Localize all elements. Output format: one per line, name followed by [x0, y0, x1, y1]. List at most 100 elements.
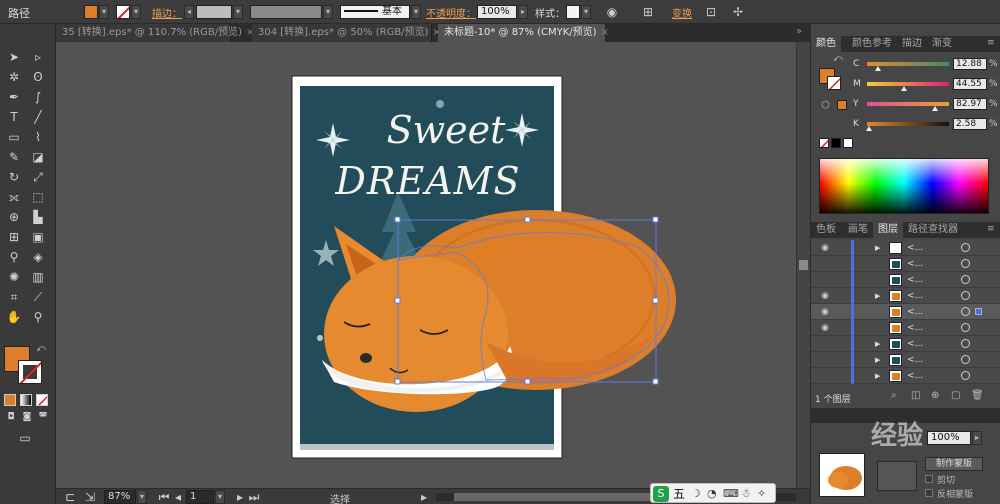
- stroke-weight-field[interactable]: [196, 5, 232, 19]
- swap-fill-stroke-icon[interactable]: ⤺: [34, 342, 48, 356]
- eraser-tool-icon[interactable]: ◪: [28, 148, 48, 166]
- create-sublayer-icon[interactable]: ⊕: [931, 390, 939, 401]
- zoom-tool-icon[interactable]: ⚲: [28, 308, 48, 326]
- rotate-tool-icon[interactable]: ↻: [4, 168, 24, 186]
- hand-tool-icon[interactable]: ✋: [4, 308, 24, 326]
- visibility-eye-icon[interactable]: ◉: [819, 290, 831, 302]
- scale-tool-icon[interactable]: ⤢: [28, 168, 48, 186]
- draw-behind-icon[interactable]: ◙: [20, 410, 34, 424]
- slider-thumb[interactable]: [874, 66, 881, 71]
- opacity-dropdown[interactable]: ▸: [518, 5, 528, 19]
- ime-mode-label[interactable]: 五: [673, 486, 685, 502]
- target-circle-icon[interactable]: [961, 355, 970, 364]
- visibility-eye-icon[interactable]: [819, 274, 831, 286]
- gradient-tool-icon[interactable]: ▣: [28, 228, 48, 246]
- slider-track[interactable]: [867, 122, 949, 126]
- target-circle-icon[interactable]: [961, 291, 970, 300]
- transparency-thumbnail[interactable]: [819, 453, 865, 497]
- channel-value[interactable]: 82.97: [953, 98, 987, 110]
- visibility-eye-icon[interactable]: [819, 354, 831, 366]
- tab-pathfinder[interactable]: 路径查找器: [903, 222, 963, 238]
- tab-document-35[interactable]: 35 [转换].eps* @ 110.7% (RGB/预览) ×: [56, 24, 254, 42]
- ime-tools-icon[interactable]: ✧: [757, 486, 766, 502]
- expand-arrow-icon[interactable]: [875, 275, 883, 285]
- layer-row[interactable]: <...: [811, 272, 1000, 288]
- draw-inside-icon[interactable]: ◚: [36, 410, 50, 424]
- ime-punct-icon[interactable]: ◔: [707, 486, 717, 502]
- transform-link[interactable]: 变换: [672, 5, 692, 20]
- stroke-label-link[interactable]: 描边：: [152, 5, 182, 20]
- expand-arrow-icon[interactable]: ▶: [875, 355, 883, 365]
- target-circle-icon[interactable]: [961, 323, 970, 332]
- transparency-opacity-field[interactable]: 100%: [927, 431, 971, 445]
- canvas-area[interactable]: Sweet DREAMS: [56, 42, 796, 488]
- stroke-color-box[interactable]: [18, 360, 42, 384]
- visibility-eye-icon[interactable]: [819, 338, 831, 350]
- width-tool-icon[interactable]: ⟗: [4, 188, 24, 206]
- expand-arrow-icon[interactable]: ▶: [875, 243, 883, 253]
- slider-thumb[interactable]: [866, 126, 873, 131]
- ime-moon-icon[interactable]: ☽: [691, 486, 701, 502]
- draw-normal-icon[interactable]: ◘: [4, 410, 18, 424]
- none-mode-button[interactable]: [36, 394, 48, 406]
- curvature-tool-icon[interactable]: ∫: [28, 88, 48, 106]
- scroll-thumb[interactable]: [799, 260, 808, 270]
- shape-builder-tool-icon[interactable]: ⊕: [4, 208, 24, 226]
- artboard-export-icon[interactable]: ⇲: [82, 489, 98, 504]
- symbol-sprayer-tool-icon[interactable]: ✺: [4, 268, 24, 286]
- color-spectrum[interactable]: [819, 158, 989, 214]
- eyedropper-tool-icon[interactable]: ⚲: [4, 248, 24, 266]
- opacity-field[interactable]: 100%: [477, 5, 517, 19]
- layer-row[interactable]: ▶ <...: [811, 368, 1000, 384]
- previous-artboard-icon[interactable]: ◂: [170, 489, 186, 504]
- horizontal-scroll-thumb[interactable]: [454, 493, 654, 501]
- ime-logo-icon[interactable]: S: [653, 486, 669, 502]
- visibility-eye-icon[interactable]: ◉: [819, 322, 831, 334]
- magic-wand-tool-icon[interactable]: ✲: [4, 68, 24, 86]
- pen-tool-icon[interactable]: ✒: [4, 88, 24, 106]
- visibility-eye-icon[interactable]: ◉: [819, 306, 831, 318]
- stroke-swatch[interactable]: [116, 5, 130, 19]
- layer-name[interactable]: <...: [907, 240, 923, 256]
- gradient-mode-button[interactable]: [20, 394, 32, 406]
- tab-brushes[interactable]: 画笔: [843, 222, 873, 238]
- paintbrush-tool-icon[interactable]: ⌇: [28, 128, 48, 146]
- locate-object-icon[interactable]: ⌕: [891, 390, 897, 401]
- color-stroke-box[interactable]: [827, 76, 841, 90]
- vertical-scrollbar[interactable]: [796, 42, 810, 488]
- target-circle-icon[interactable]: [961, 307, 970, 316]
- visibility-eye-icon[interactable]: [819, 370, 831, 382]
- panel-menu-icon[interactable]: ≡: [987, 38, 995, 48]
- selection-indicator[interactable]: [975, 308, 982, 315]
- visibility-eye-icon[interactable]: ◉: [819, 242, 831, 254]
- layer-name[interactable]: <...: [907, 288, 923, 304]
- free-transform-tool-icon[interactable]: ⬚: [28, 188, 48, 206]
- make-clipping-mask-icon[interactable]: ◫: [911, 390, 920, 401]
- expand-arrow-icon[interactable]: ▶: [875, 291, 883, 301]
- layer-row[interactable]: <...: [811, 256, 1000, 272]
- layer-name[interactable]: <...: [907, 352, 923, 368]
- expand-arrow-icon[interactable]: [875, 307, 883, 317]
- layer-name[interactable]: <...: [907, 256, 923, 272]
- layer-name[interactable]: <...: [907, 320, 923, 336]
- arrange-icon[interactable]: ✢: [730, 4, 746, 20]
- close-icon[interactable]: ×: [601, 27, 609, 38]
- variable-width-field[interactable]: [250, 5, 322, 19]
- layer-row[interactable]: ◉ <...: [811, 304, 1000, 320]
- tabs-overflow-icon[interactable]: »: [796, 26, 802, 37]
- recolor-artwork-icon[interactable]: ◉: [604, 4, 620, 20]
- opacity-label-link[interactable]: 不透明度：: [426, 5, 476, 20]
- tab-layers[interactable]: 图层: [873, 222, 903, 238]
- channel-value[interactable]: 2.58: [953, 118, 987, 130]
- tab-swatches[interactable]: 色板: [811, 222, 841, 238]
- direct-selection-tool-icon[interactable]: ▹: [28, 48, 48, 66]
- zoom-dropdown[interactable]: ▾: [137, 490, 147, 504]
- rectangle-tool-icon[interactable]: ▭: [4, 128, 24, 146]
- invert-mask-checkbox[interactable]: [925, 489, 933, 497]
- artboard-prev-icon[interactable]: ⊏: [62, 489, 78, 504]
- gamut-swatch[interactable]: [837, 100, 847, 110]
- fill-swatch[interactable]: [84, 5, 98, 19]
- expand-arrow-icon[interactable]: [875, 259, 883, 269]
- ime-skin-icon[interactable]: ☃: [741, 486, 751, 502]
- type-tool-icon[interactable]: T: [4, 108, 24, 126]
